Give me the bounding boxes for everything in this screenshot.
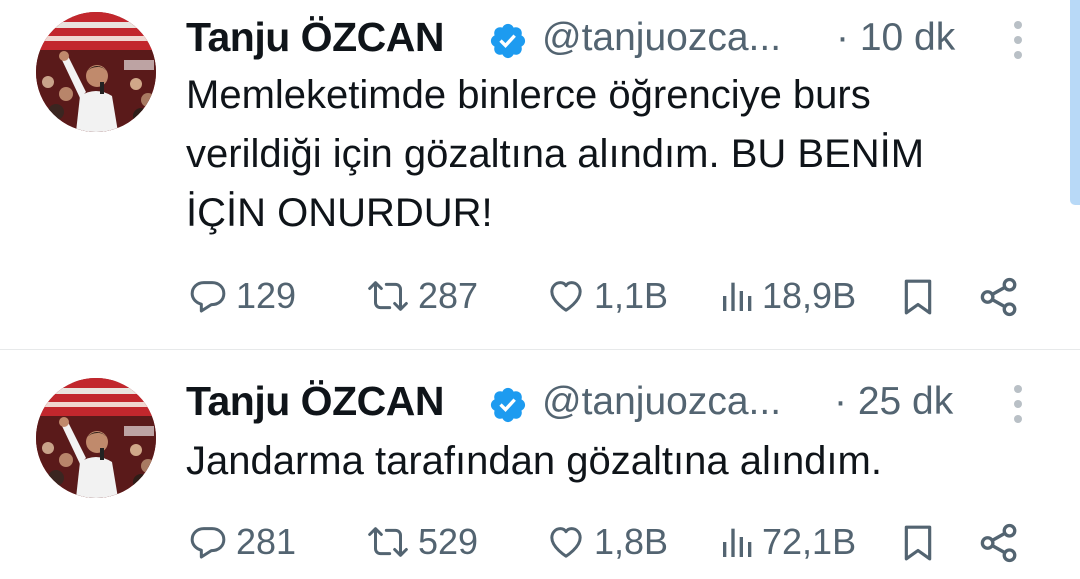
tweet-time[interactable]: · 25 dk (834, 380, 953, 424)
share-icon (980, 523, 1017, 563)
views-count: 72,1B (762, 521, 857, 562)
author-name[interactable]: Tanju ÖZCAN (186, 14, 444, 61)
heart-icon (550, 281, 582, 312)
reply-bubble-icon (190, 527, 226, 559)
tweet[interactable]: Tanju ÖZCAN @tanjuozca... · 10 dk Memlek… (0, 0, 1080, 349)
tweet[interactable]: Tanju ÖZCAN @tanjuozca... · 25 dk Jandar… (0, 350, 1080, 579)
share-icon (980, 277, 1017, 317)
bookmark-icon (904, 279, 932, 315)
more-vertical-icon[interactable] (1012, 20, 1024, 60)
views-bar-chart-icon (723, 282, 752, 311)
retweet-icon (368, 527, 408, 557)
retweet-icon (368, 281, 408, 311)
author-handle[interactable]: @tanjuozca... (542, 16, 781, 60)
reply-count: 281 (236, 521, 297, 562)
more-vertical-icon[interactable] (1012, 384, 1024, 424)
verified-badge-icon (490, 23, 526, 59)
like-count: 1,8B (594, 521, 669, 562)
bookmark-icon (904, 525, 932, 561)
tweet-text: Memleketimde binlerce öğrenciye burs ver… (186, 73, 925, 235)
avatar[interactable] (36, 12, 156, 132)
reply-bubble-icon (190, 281, 226, 313)
tweet-actions: 281 529 1,8B 72,1B (186, 520, 1080, 564)
tweet-time[interactable]: · 10 dk (836, 16, 955, 60)
author-handle[interactable]: @tanjuozca... (542, 380, 781, 424)
tweet-header: Tanju ÖZCAN @tanjuozca... · 25 dk (186, 378, 1080, 428)
retweet-count: 287 (418, 275, 479, 316)
tweet-text: Jandarma tarafından gözaltına alındım. (186, 439, 882, 483)
tweet-actions: 129 287 1,1B 18,9B (186, 274, 1080, 318)
tweet-header: Tanju ÖZCAN @tanjuozca... · 10 dk (186, 14, 1080, 64)
retweet-count: 529 (418, 521, 479, 562)
views-bar-chart-icon (723, 528, 752, 557)
avatar[interactable] (36, 378, 156, 498)
heart-icon (550, 527, 582, 558)
views-count: 18,9B (762, 275, 857, 316)
verified-badge-icon (490, 387, 526, 423)
like-count: 1,1B (594, 275, 669, 316)
reply-count: 129 (236, 275, 297, 316)
author-name[interactable]: Tanju ÖZCAN (186, 378, 444, 425)
